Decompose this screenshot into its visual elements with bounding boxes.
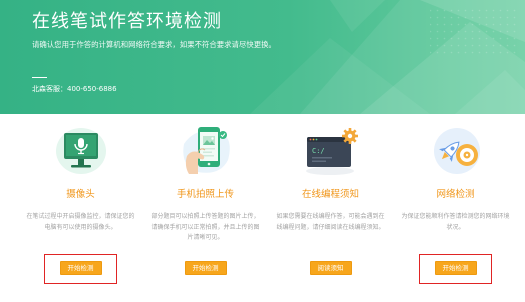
check-card-network: 网络检测 为保证您能顺利作答请检测您的网络环境状况。 开始检测	[393, 124, 518, 294]
card-title: 摄像头	[66, 189, 95, 200]
check-card-phone-upload: 手机拍照上传 部分题目可以拍照上传答题的图片上传，请确保手机可以正常拍照，并且上…	[143, 124, 268, 294]
page-subtitle: 请确认您用于作答的计算机和网络符合要求，如果不符合要求请尽快更换。	[32, 40, 276, 49]
header-banner: 在线笔试作答环境检测 请确认您用于作答的计算机和网络符合要求，如果不符合要求请尽…	[0, 0, 525, 114]
banner-divider	[32, 77, 47, 78]
page-title: 在线笔试作答环境检测	[32, 11, 222, 32]
card-title: 在线编程须知	[301, 189, 359, 200]
check-card-camera: 摄像头 在笔试过程中开启摄像监控，请保证您的电脑有可以使用的摄像头。 开始检测	[18, 124, 143, 294]
code-editor-icon: C:/	[301, 124, 361, 178]
camera-monitor-icon	[51, 124, 111, 178]
code-prompt-text: C:/	[312, 147, 325, 155]
card-title: 手机拍照上传	[176, 189, 234, 200]
start-check-phone-button[interactable]: 开始检测	[184, 261, 227, 275]
gear-icon	[341, 128, 358, 144]
card-description: 为保证您能顺利作答请检测您的网络环境状况。	[401, 213, 510, 231]
read-notice-button[interactable]: 阅读须知	[309, 261, 352, 275]
card-description: 在笔试过程中开启摄像监控，请保证您的电脑有可以使用的摄像头。	[26, 213, 135, 231]
check-card-coding-notice: C:/ 在线编程须知 如果您需要在线编程作答，可能会遇到在线编程问题，请仔细阅读…	[268, 124, 393, 294]
check-cards: 摄像头 在笔试过程中开启摄像监控，请保证您的电脑有可以使用的摄像头。 开始检测	[18, 124, 518, 294]
phone-photo-icon	[176, 124, 236, 178]
support-hotline: 北森客服：400-650-6886	[32, 85, 117, 93]
card-title: 网络检测	[436, 189, 475, 200]
card-description: 如果您需要在线编程作答，可能会遇到在线编程问题，请仔细阅读在线编程须知。	[276, 213, 385, 231]
highlight-box	[44, 254, 117, 284]
card-description: 部分题目可以拍照上传答题的图片上传，请确保手机可以正常拍照，并且上传的图片清晰可…	[151, 213, 260, 241]
highlight-box	[419, 254, 492, 284]
network-rocket-icon	[426, 124, 486, 178]
